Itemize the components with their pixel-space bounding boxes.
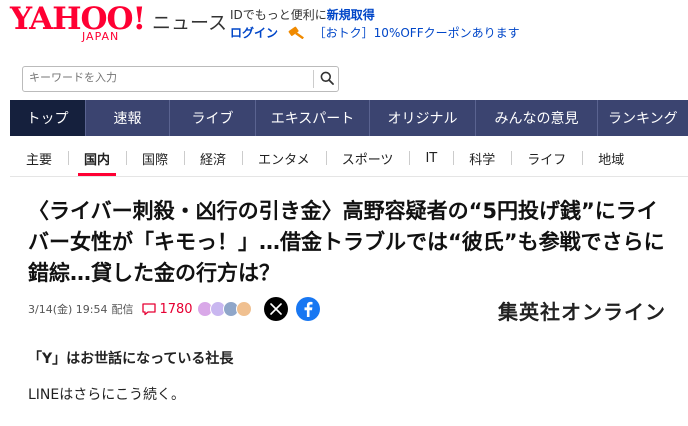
category-science[interactable]: 科学: [453, 140, 511, 176]
publish-date: 3/14(金) 19:54: [28, 303, 108, 316]
category-it[interactable]: IT: [409, 140, 453, 176]
facebook-icon: [302, 301, 314, 317]
x-logo-icon: [269, 303, 282, 315]
publish-label: 配信: [111, 303, 134, 316]
nav-item-label: エキスパート: [270, 111, 355, 127]
category-entertainment[interactable]: エンタメ: [242, 140, 326, 176]
category-sports[interactable]: スポーツ: [325, 140, 410, 176]
nav-item-label: オリジナル: [387, 111, 458, 127]
category-label: IT: [425, 150, 438, 166]
article-title: 〈ライバー刺殺・凶行の引き金〉高野容疑者の“5円投げ銭”にライバー女性が「キモっ…: [28, 199, 665, 285]
category-life[interactable]: ライフ: [511, 140, 582, 176]
nav-item-original[interactable]: オリジナル: [370, 100, 476, 136]
category-label: スポーツ: [341, 152, 394, 168]
category-domestic[interactable]: 国内: [68, 140, 126, 176]
yahoo-japan-logo[interactable]: YAHOO! JAPAN: [10, 2, 150, 44]
nav-item-expert[interactable]: エキスパート: [256, 100, 370, 136]
promo-text: IDでもっと便利に: [230, 8, 327, 22]
category-label: 科学: [469, 152, 496, 168]
logo-text: YAHOO!: [10, 1, 146, 37]
category-main[interactable]: 主要: [10, 140, 68, 176]
nav-item-label: ランキング: [608, 111, 678, 127]
publisher-name[interactable]: 集英社オンライン: [498, 296, 666, 325]
main-nav: トップ 速報 ライブ エキスパート オリジナル みんなの意見 ランキング: [10, 100, 688, 136]
category-label: エンタメ: [258, 152, 310, 168]
coupon-link[interactable]: ［おトク］10%OFFクーポンあります: [314, 26, 520, 40]
search-divider: [313, 70, 314, 88]
promo-line: IDでもっと便利に新規取得: [230, 6, 375, 23]
reaction-face-icon: [235, 301, 252, 317]
nav-item-label: みんなの意見: [494, 111, 579, 127]
hammer-icon: [288, 25, 306, 40]
comment-icon: [141, 302, 159, 316]
login-promo-line: ログイン ［おトク］10%OFFクーポンあります: [230, 24, 520, 41]
login-link[interactable]: ログイン: [230, 26, 278, 40]
comment-count: 1780: [159, 301, 193, 317]
search-icon: [320, 70, 334, 89]
comments-link[interactable]: 1780: [141, 301, 193, 317]
nav-item-ranking[interactable]: ランキング: [598, 100, 688, 136]
nav-item-breaking[interactable]: 速報: [86, 100, 170, 136]
article-meta: 3/14(金) 19:54 配信 1780: [28, 297, 320, 321]
nav-item-live[interactable]: ライブ: [170, 100, 256, 136]
signup-link[interactable]: 新規取得: [327, 8, 375, 22]
category-label: 国内: [84, 152, 111, 168]
category-label: 経済: [200, 152, 227, 168]
search-box: [22, 66, 339, 92]
nav-item-top[interactable]: トップ: [10, 100, 86, 136]
category-label: 地域: [598, 152, 625, 168]
nav-item-opinions[interactable]: みんなの意見: [476, 100, 598, 136]
category-label: 主要: [26, 152, 53, 168]
category-label: 国際: [142, 152, 169, 168]
nav-item-label: 速報: [113, 111, 142, 127]
logo-subtext: JAPAN: [82, 30, 120, 43]
category-nav: 主要 国内 国際 経済 エンタメ スポーツ IT 科学 ライフ 地域: [10, 140, 688, 177]
site-header: YAHOO! JAPAN ニュース IDでもっと便利に新規取得 ログイン ［おト…: [0, 0, 688, 92]
search-button[interactable]: [315, 67, 338, 91]
nav-item-label: ライブ: [191, 111, 234, 127]
nav-item-label: トップ: [26, 111, 69, 127]
share-facebook-button[interactable]: [295, 297, 320, 321]
article-paragraph: LINEはさらにこう続く。: [28, 387, 185, 403]
reactions[interactable]: [196, 301, 252, 317]
section-title[interactable]: ニュース: [152, 8, 227, 35]
share-x-button[interactable]: [263, 297, 288, 321]
article-subheading: 「Y」はお世話になっている社長: [28, 351, 234, 367]
category-international[interactable]: 国際: [126, 140, 184, 176]
category-economy[interactable]: 経済: [184, 140, 242, 176]
search-input[interactable]: [29, 71, 299, 84]
category-label: ライフ: [527, 152, 567, 168]
category-local[interactable]: 地域: [582, 140, 640, 176]
